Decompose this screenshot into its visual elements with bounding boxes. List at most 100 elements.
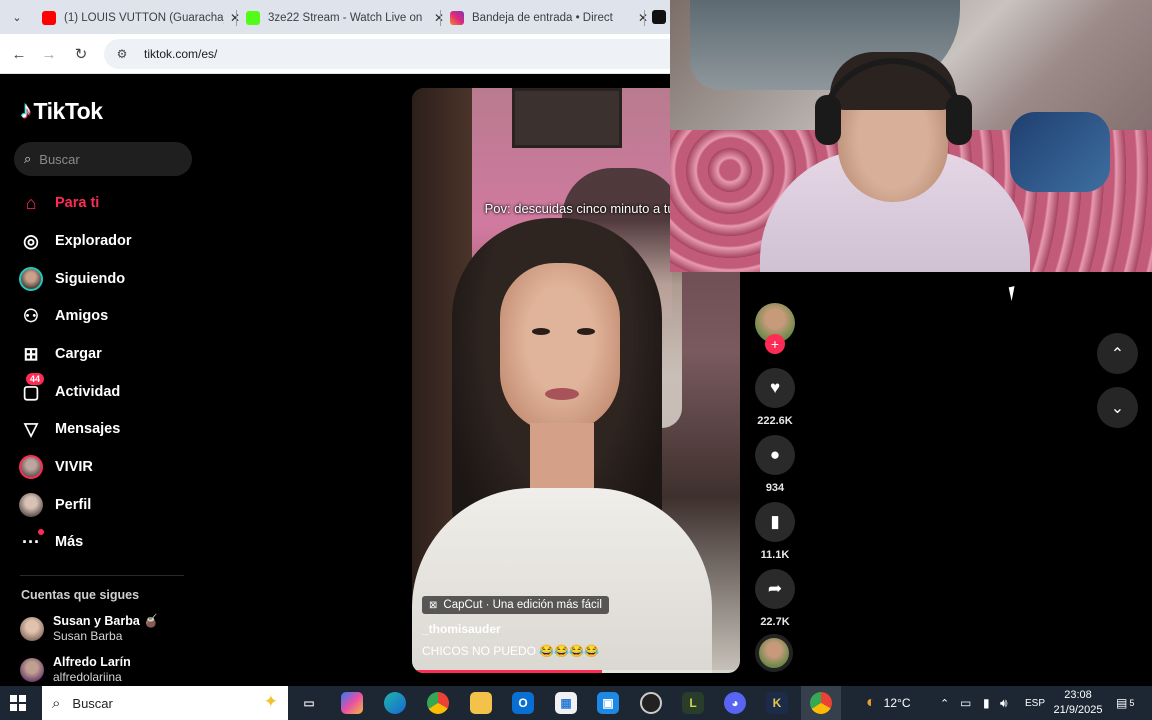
taskbar-search[interactable]: ⌕ Buscar ✦ — [42, 686, 288, 720]
chevron-down-icon: ⌄ — [1110, 399, 1125, 417]
tiktok-note-icon: ♪ — [20, 97, 32, 124]
search-placeholder: Buscar — [39, 151, 80, 167]
nav-explorador[interactable]: ◎ Explorador — [18, 227, 132, 255]
account-handle: Susan Barba — [53, 629, 123, 643]
tab-youtube[interactable]: (1) LOUIS VUTTON (Guaracha) ✕ — [34, 4, 240, 32]
friends-icon: ⚇ — [22, 305, 40, 326]
discord-icon[interactable]: ◕ — [724, 692, 746, 714]
edge-icon[interactable] — [384, 692, 406, 714]
youtube-icon — [42, 11, 56, 25]
like-button[interactable]: ♥ — [755, 368, 795, 408]
share-button[interactable]: ➦ — [755, 569, 795, 609]
nav-mensajes[interactable]: ▽ Mensajes — [18, 415, 120, 443]
comment-icon: ● — [769, 445, 781, 464]
nav-amigos[interactable]: ⚇ Amigos — [18, 302, 108, 330]
nav-label: Cargar — [55, 346, 102, 362]
language-indicator[interactable]: ESP — [1025, 686, 1045, 720]
webcam-overlay — [670, 0, 1152, 272]
tab-title: (1) LOUIS VUTTON (Guaracha) — [64, 12, 224, 24]
nav-actividad[interactable]: ▢ 44 Actividad — [18, 373, 121, 406]
save-button[interactable]: ▮ — [755, 502, 795, 542]
weather-widget[interactable]: ◐ 12°C — [866, 686, 910, 720]
share-action: ➦ 22.7K — [754, 569, 796, 628]
league-icon[interactable]: L — [682, 692, 704, 714]
nav-label: Actividad — [55, 384, 121, 400]
nav-siguiendo[interactable]: Siguiendo — [18, 265, 125, 293]
compass-icon: ◎ — [23, 230, 39, 251]
heart-icon: ♥ — [769, 378, 781, 397]
tab-search-icon[interactable]: ⌄ — [6, 7, 28, 27]
chrome-icon[interactable] — [427, 692, 449, 714]
nav-vivir[interactable]: VIVIR — [18, 453, 93, 481]
mouse-cursor — [1008, 284, 1024, 302]
notification-count: 5 — [1129, 698, 1135, 708]
search-input[interactable]: ⌕ Buscar — [14, 142, 192, 176]
profile-avatar — [18, 492, 44, 518]
copilot-sparkle-icon: ✦ — [263, 692, 278, 711]
tray-chevron-icon[interactable]: ⌃ — [940, 686, 949, 720]
followed-account[interactable]: Susan y Barba 🧉 Susan Barba — [20, 614, 159, 644]
sidebar-divider — [20, 575, 184, 576]
search-icon: ⌕ — [24, 151, 32, 166]
messages-icon: ▽ — [24, 418, 38, 439]
tiktok-tab-icon[interactable] — [652, 10, 666, 24]
nav-label: VIVIR — [55, 459, 93, 475]
kick-icon — [246, 11, 260, 25]
task-view-icon[interactable]: ▭ — [298, 692, 320, 714]
followed-account[interactable]: Alfredo Larín alfredolariina — [20, 655, 131, 685]
capcut-label: CapCut · Una edición más fácil — [443, 599, 602, 611]
nav-cargar[interactable]: ⊞ Cargar — [18, 340, 102, 368]
progress-fill — [412, 670, 603, 673]
nav-para-ti[interactable]: ⌂ Para ti — [18, 189, 100, 217]
back-icon[interactable]: ← — [8, 43, 30, 65]
account-name: Alfredo Larín — [53, 655, 131, 669]
forward-icon[interactable]: → — [38, 43, 60, 65]
network-icon[interactable]: ▭ — [960, 686, 971, 720]
file-explorer-icon[interactable] — [470, 692, 492, 714]
save-action: ▮ 11.1K — [754, 502, 796, 561]
store-icon[interactable]: ▦ — [555, 692, 577, 714]
reload-icon[interactable]: ↻ — [70, 43, 92, 65]
account-handle: alfredolariina — [53, 670, 122, 684]
obs-icon[interactable] — [640, 692, 662, 714]
comment-button[interactable]: ● — [755, 435, 795, 475]
notifications-icon[interactable]: ▤ 5 — [1116, 686, 1134, 720]
outlook-icon[interactable]: O — [512, 692, 534, 714]
app-icon[interactable]: K — [766, 692, 788, 714]
nav-label: Explorador — [55, 233, 132, 249]
browser-tab-bar: ⌄ (1) LOUIS VUTTON (Guaracha) ✕ 3ze22 St… — [0, 0, 670, 34]
follow-button[interactable]: + — [765, 334, 785, 354]
volume-icon[interactable]: 🔊︎ — [1000, 686, 1008, 720]
browser-toolbar: ← → ↻ ⚙ tiktok.com/es/ — [0, 34, 670, 74]
system-clock[interactable]: 23:08 21/9/2025 — [1050, 688, 1106, 718]
account-name: Susan y Barba — [53, 614, 140, 628]
tiktok-logo[interactable]: ♪ TikTok — [20, 97, 103, 125]
capcut-anchor[interactable]: ⊠ CapCut · Una edición más fácil — [422, 596, 609, 614]
account-avatar — [20, 617, 44, 641]
nav-mas[interactable]: ··· Más — [18, 528, 83, 556]
tab-instagram[interactable]: Bandeja de entrada • Direct ✕ — [442, 4, 648, 32]
tab-title: 3ze22 Stream - Watch Live on — [268, 12, 423, 24]
photos-icon[interactable]: ▣ — [597, 692, 619, 714]
site-settings-icon[interactable]: ⚙ — [114, 46, 130, 62]
like-action: ♥ 222.6K — [754, 368, 796, 427]
video-progress-bar[interactable] — [412, 670, 740, 673]
address-bar[interactable]: ⚙ tiktok.com/es/ — [104, 39, 670, 69]
nav-label: Más — [55, 534, 84, 550]
copilot-icon[interactable] — [341, 692, 363, 714]
windows-start-icon[interactable] — [10, 695, 26, 711]
tab-kick[interactable]: 3ze22 Stream - Watch Live on ✕ — [238, 4, 444, 32]
taskbar: ⌕ Buscar ✦ ▭ O ▦ ▣ L ◕ K ◐ 12°C ⌃ ▭ ▮ 🔊︎… — [0, 686, 1152, 720]
microphone-icon[interactable]: ▮ — [983, 686, 990, 720]
chrome-active-icon[interactable] — [810, 692, 832, 714]
previous-video-button[interactable]: ⌃ — [1097, 333, 1138, 374]
next-video-button[interactable]: ⌄ — [1097, 387, 1138, 428]
nav-label: Siguiendo — [55, 271, 126, 287]
music-disc[interactable] — [755, 634, 793, 672]
bookmark-icon: ▮ — [770, 512, 780, 531]
weather-icon: ◐ — [866, 694, 876, 711]
activity-icon: ▢ 44 — [18, 373, 45, 405]
nav-perfil[interactable]: Perfil — [18, 491, 91, 519]
chevron-up-icon: ⌃ — [1110, 345, 1125, 363]
video-username[interactable]: _thomisauder — [422, 622, 501, 636]
